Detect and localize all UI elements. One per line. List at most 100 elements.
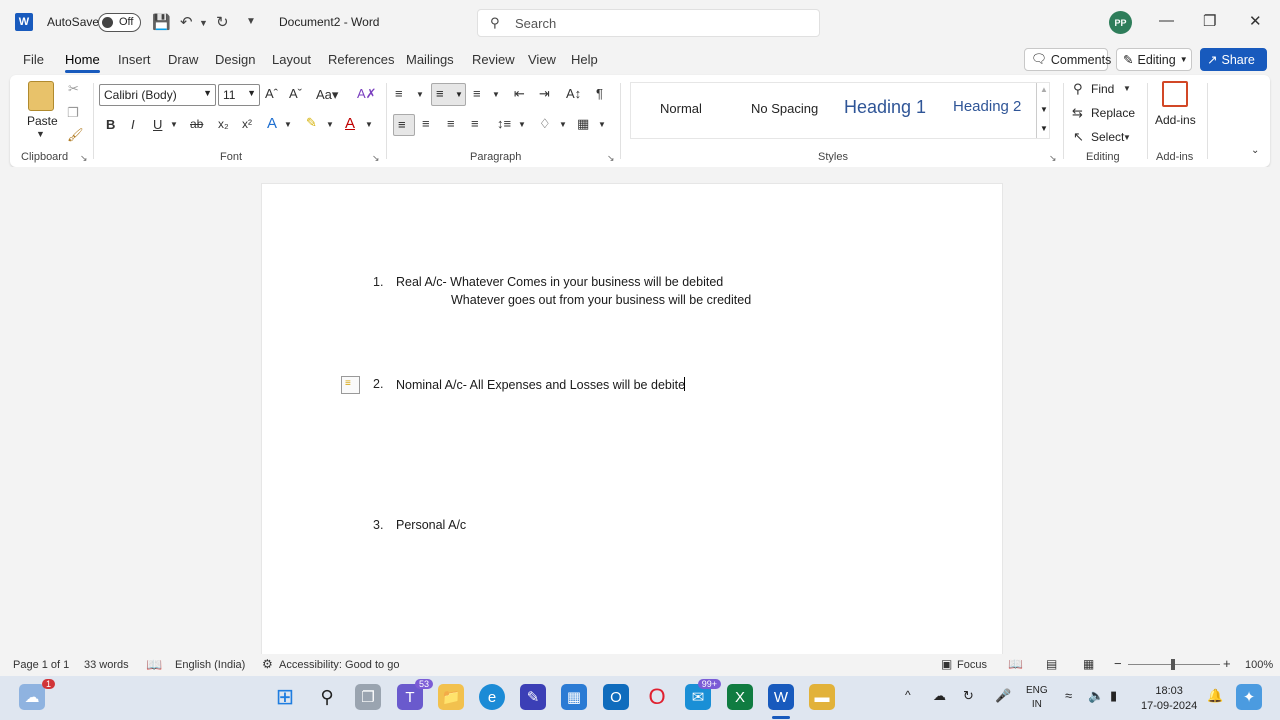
print-layout-icon[interactable]: ▤ (1046, 657, 1057, 671)
zoom-level[interactable]: 100% (1245, 659, 1273, 671)
select-button[interactable]: Select (1091, 130, 1124, 144)
pen-app-icon[interactable]: ✎ (520, 684, 546, 710)
sync-icon[interactable]: ↻ (963, 688, 974, 704)
find-button[interactable]: Find (1091, 82, 1114, 96)
line-spacing-dropdown-icon[interactable]: ▼ (518, 120, 526, 129)
multilevel-list-icon[interactable]: ≡ (473, 86, 481, 101)
editing-mode-button[interactable]: ✎ Editing ▼ (1116, 48, 1192, 71)
font-size-box[interactable]: 11 ▼ (218, 84, 260, 106)
bullets-icon[interactable]: ≡ (395, 86, 403, 101)
style-heading-1[interactable]: Heading 1 (844, 97, 926, 118)
show-formatting-icon[interactable]: ¶ (596, 86, 603, 101)
tab-references[interactable]: References (328, 52, 394, 67)
font-color-icon[interactable]: A (345, 115, 355, 132)
autocorrect-options-icon[interactable]: ≡ (341, 376, 360, 394)
task-view-icon[interactable]: ❐ (355, 684, 381, 710)
focus-icon[interactable]: ▣ (941, 657, 952, 671)
teams-icon[interactable]: T 53 (397, 679, 433, 710)
word-taskbar-icon[interactable]: W (768, 684, 794, 710)
zoom-slider-thumb[interactable] (1171, 659, 1175, 670)
cut-icon[interactable]: ✂ (68, 81, 79, 97)
tab-design[interactable]: Design (215, 52, 255, 67)
redo-icon[interactable]: ↻ (216, 13, 229, 31)
share-button[interactable]: ↗ Share (1200, 48, 1267, 71)
read-mode-icon[interactable]: 📖 (1008, 657, 1023, 671)
file-explorer-icon[interactable]: 📁 (438, 684, 464, 710)
opera-icon[interactable]: O (644, 684, 670, 710)
save-icon[interactable]: 💾 (152, 13, 171, 31)
strikethrough-icon[interactable]: ab (190, 117, 203, 131)
styles-launcher-icon[interactable]: ↘ (1049, 153, 1057, 164)
font-launcher-icon[interactable]: ↘ (372, 153, 380, 164)
format-painter-icon[interactable]: 🖌 (67, 127, 84, 143)
align-right-icon[interactable]: ≡ (447, 116, 455, 131)
excel-icon[interactable]: X (727, 684, 753, 710)
numbering-button[interactable]: ≡ ▼ (431, 83, 466, 106)
find-icon[interactable]: ⚲ (1073, 81, 1083, 97)
borders-dropdown-icon[interactable]: ▼ (598, 120, 606, 129)
user-avatar[interactable]: PP (1109, 11, 1132, 34)
input-language[interactable]: ENG IN (1026, 684, 1048, 712)
tab-help[interactable]: Help (571, 52, 598, 67)
justify-icon[interactable]: ≡ (471, 116, 479, 131)
paste-label[interactable]: Paste (27, 114, 58, 128)
zoom-out-icon[interactable]: − (1114, 656, 1122, 671)
paragraph-launcher-icon[interactable]: ↘ (607, 153, 615, 164)
messaging-icon[interactable]: ✉ 99+ (685, 679, 721, 710)
copilot-icon[interactable]: ✦ (1236, 684, 1262, 710)
undo-dropdown-icon[interactable]: ▼ (199, 18, 208, 28)
tab-review[interactable]: Review (472, 52, 515, 67)
undo-icon[interactable]: ↶ (180, 13, 193, 31)
search-taskbar-icon[interactable]: ⚲ (314, 684, 340, 710)
line-spacing-icon[interactable]: ↕≡ (497, 116, 511, 131)
tab-layout[interactable]: Layout (272, 52, 311, 67)
find-dropdown-icon[interactable]: ▼ (1123, 84, 1131, 93)
tab-view[interactable]: View (528, 52, 556, 67)
shading-icon[interactable]: ♢ (539, 116, 551, 132)
customize-toolbar-icon[interactable]: ▼ (246, 16, 256, 27)
battery-icon[interactable]: ▮ (1110, 688, 1117, 704)
bullets-dropdown-icon[interactable]: ▼ (416, 90, 424, 99)
text-effects-icon[interactable]: A (267, 115, 277, 132)
store-icon[interactable]: ▦ (561, 684, 587, 710)
font-color-dropdown-icon[interactable]: ▼ (365, 120, 373, 129)
volume-icon[interactable]: 🔈 (1088, 688, 1104, 704)
comments-button[interactable]: 🗨 Comments (1024, 48, 1111, 71)
highlight-dropdown-icon[interactable]: ▼ (326, 120, 334, 129)
accessibility-status[interactable]: Accessibility: Good to go (279, 659, 399, 671)
language[interactable]: English (India) (175, 659, 245, 671)
wifi-icon[interactable]: ≈ (1065, 688, 1072, 703)
font-name-box[interactable]: Calibri (Body) ▼ (99, 84, 216, 106)
select-icon[interactable]: ↖ (1073, 129, 1084, 145)
grow-font-icon[interactable]: Aˆ (265, 86, 278, 101)
page-count[interactable]: Page 1 of 1 (13, 659, 69, 671)
bold-icon[interactable]: B (106, 117, 115, 132)
italic-icon[interactable]: I (131, 117, 135, 132)
onedrive-icon[interactable]: ☁ (933, 688, 946, 704)
align-center-icon[interactable]: ≡ (422, 116, 430, 131)
borders-icon[interactable]: ▦ (577, 116, 589, 132)
accessibility-icon[interactable]: ⚙ (262, 657, 273, 671)
search-box[interactable]: ⚲ Search (477, 9, 820, 37)
autosave-toggle[interactable]: Off (98, 13, 141, 32)
more-styles-icon[interactable]: ▼ (1040, 124, 1048, 133)
style-no-spacing[interactable]: No Spacing (751, 101, 818, 116)
copy-icon[interactable]: ❐ (67, 105, 79, 121)
align-left-button[interactable]: ≡ (393, 114, 415, 136)
change-case-icon[interactable]: Aa▾ (316, 87, 338, 103)
paste-dropdown-icon[interactable]: ▼ (36, 129, 45, 139)
microphone-icon[interactable]: 🎤 (995, 688, 1011, 704)
superscript-icon[interactable]: x² (242, 117, 252, 131)
document-page[interactable]: 1. Real A/c- Whatever Comes in your busi… (261, 183, 1003, 663)
collapse-ribbon-icon[interactable]: ⌄ (1251, 145, 1259, 156)
multilevel-dropdown-icon[interactable]: ▼ (492, 90, 500, 99)
shrink-font-icon[interactable]: Aˇ (289, 86, 302, 101)
start-icon[interactable]: ⊞ (272, 684, 298, 710)
clipboard-launcher-icon[interactable]: ↘ (80, 153, 88, 164)
underline-icon[interactable]: U (153, 117, 162, 132)
replace-button[interactable]: Replace (1091, 106, 1135, 120)
decrease-indent-icon[interactable]: ⇤ (514, 86, 525, 102)
proofing-icon[interactable]: 📖 (146, 657, 162, 673)
tab-draw[interactable]: Draw (168, 52, 198, 67)
minimize-icon[interactable]: — (1159, 12, 1174, 29)
